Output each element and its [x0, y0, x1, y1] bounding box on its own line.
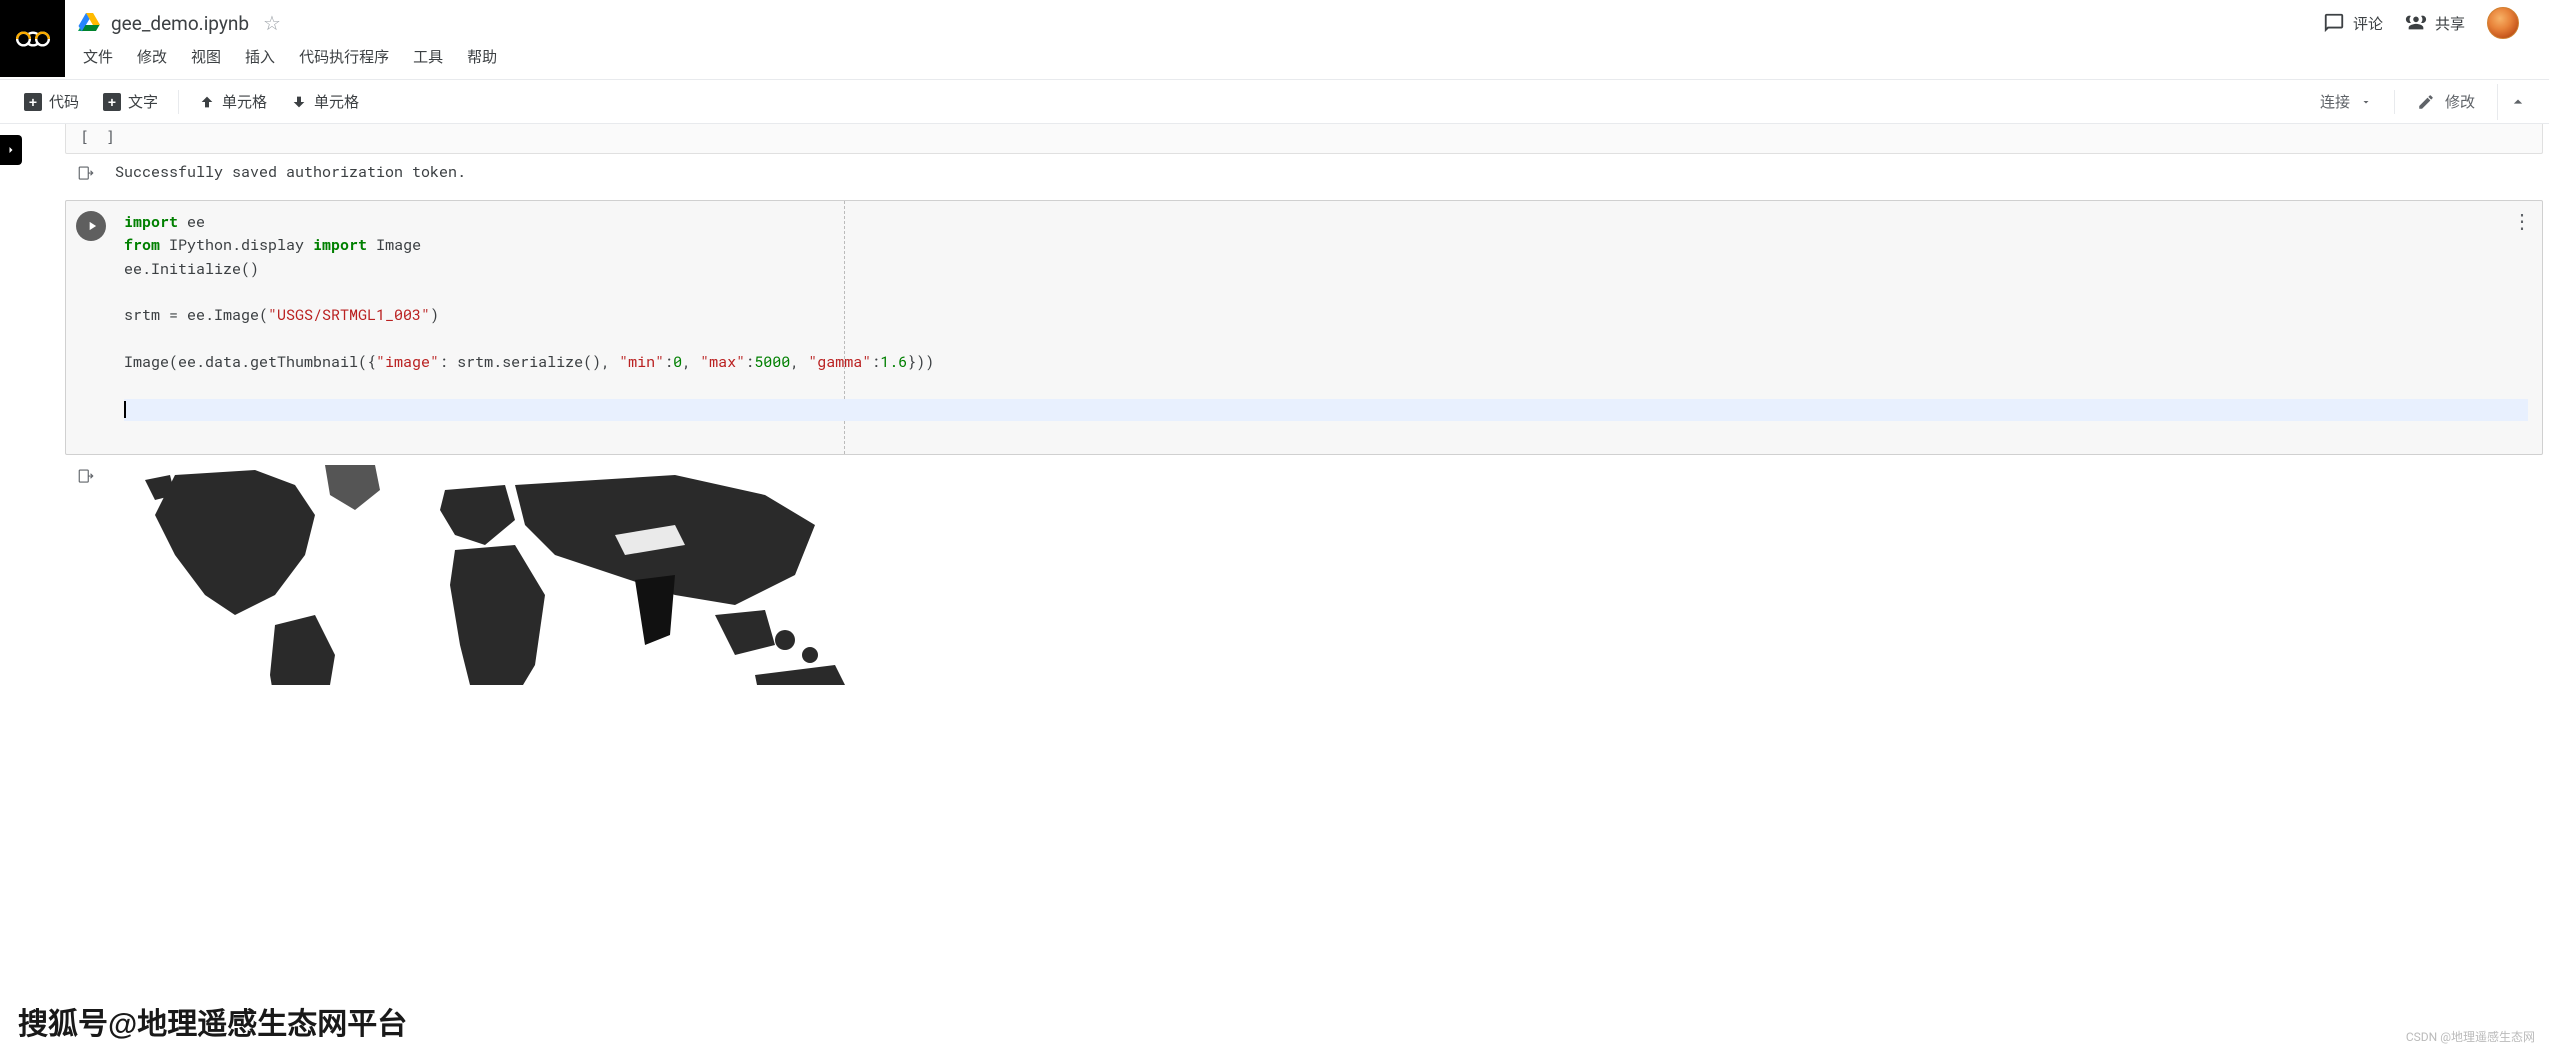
connect-button[interactable]: 连接 [2306, 85, 2386, 118]
output-arrow-icon [77, 467, 97, 489]
drive-icon [77, 11, 101, 35]
separator [178, 90, 179, 114]
menu-runtime[interactable]: 代码执行程序 [289, 40, 399, 73]
edit-button[interactable]: 修改 [2403, 85, 2489, 118]
notebook-area[interactable]: [ ] Successfully saved authorization tok… [0, 124, 2549, 1051]
share-icon [2405, 12, 2427, 34]
cell-up-label: 单元格 [222, 91, 267, 112]
output-map-image [115, 465, 895, 685]
output-image-row [65, 455, 2543, 685]
sidebar-toggle[interactable] [0, 135, 22, 165]
previous-cell[interactable]: [ ] [65, 124, 2543, 154]
watermark-left: 搜狐号@地理遥感生态网平台 [18, 999, 407, 1043]
exec-count-brackets: [ ] [80, 128, 119, 146]
cursor [124, 401, 126, 418]
plus-icon: + [103, 93, 121, 111]
add-code-label: 代码 [49, 91, 79, 112]
avatar[interactable] [2487, 7, 2519, 39]
arrow-up-icon [199, 94, 215, 110]
chevron-right-icon [5, 144, 17, 156]
cell-down-label: 单元格 [314, 91, 359, 112]
dropdown-icon [2360, 96, 2372, 108]
comment-button[interactable]: 评论 [2323, 12, 2383, 34]
toolbar: + 代码 + 文字 单元格 单元格 连接 修改 [0, 80, 2549, 124]
cell-down-button[interactable]: 单元格 [279, 85, 371, 118]
output-row: Successfully saved authorization token. [65, 156, 2543, 200]
connect-label: 连接 [2320, 91, 2350, 112]
menu-view[interactable]: 视图 [181, 40, 231, 73]
pencil-icon [2417, 93, 2435, 111]
colab-logo[interactable] [0, 0, 65, 77]
plus-icon: + [24, 93, 42, 111]
menu-help[interactable]: 帮助 [457, 40, 507, 73]
code-editor[interactable]: import ee from IPython.display import Im… [66, 201, 2542, 454]
comment-label: 评论 [2353, 13, 2383, 34]
chevron-up-icon [2508, 92, 2528, 112]
add-text-label: 文字 [128, 91, 158, 112]
star-button[interactable]: ☆ [263, 11, 281, 36]
code-cell[interactable]: ⋮ import ee from IPython.display import … [65, 200, 2543, 455]
comment-icon [2323, 12, 2345, 34]
output-arrow-icon [77, 164, 97, 186]
active-line[interactable] [124, 399, 2528, 421]
header: gee_demo.ipynb ☆ 评论 共享 文件 修改 视图 [0, 0, 2549, 80]
output-text: Successfully saved authorization token. [115, 162, 466, 182]
separator [2394, 90, 2395, 114]
menu-insert[interactable]: 插入 [235, 40, 285, 73]
arrow-down-icon [291, 94, 307, 110]
filename[interactable]: gee_demo.ipynb [111, 12, 249, 35]
share-button[interactable]: 共享 [2405, 12, 2465, 34]
edit-label: 修改 [2445, 91, 2475, 112]
add-code-button[interactable]: + 代码 [12, 85, 91, 118]
menu-edit[interactable]: 修改 [127, 40, 177, 73]
add-text-button[interactable]: + 文字 [91, 85, 170, 118]
collapse-toolbar-button[interactable] [2497, 84, 2537, 120]
menubar: 文件 修改 视图 插入 代码执行程序 工具 帮助 [65, 40, 2549, 79]
menu-file[interactable]: 文件 [73, 40, 123, 73]
menu-tools[interactable]: 工具 [403, 40, 453, 73]
cell-up-button[interactable]: 单元格 [187, 85, 279, 118]
watermark-right: CSDN @地理遥感生态网 [2406, 1028, 2535, 1045]
share-label: 共享 [2435, 13, 2465, 34]
